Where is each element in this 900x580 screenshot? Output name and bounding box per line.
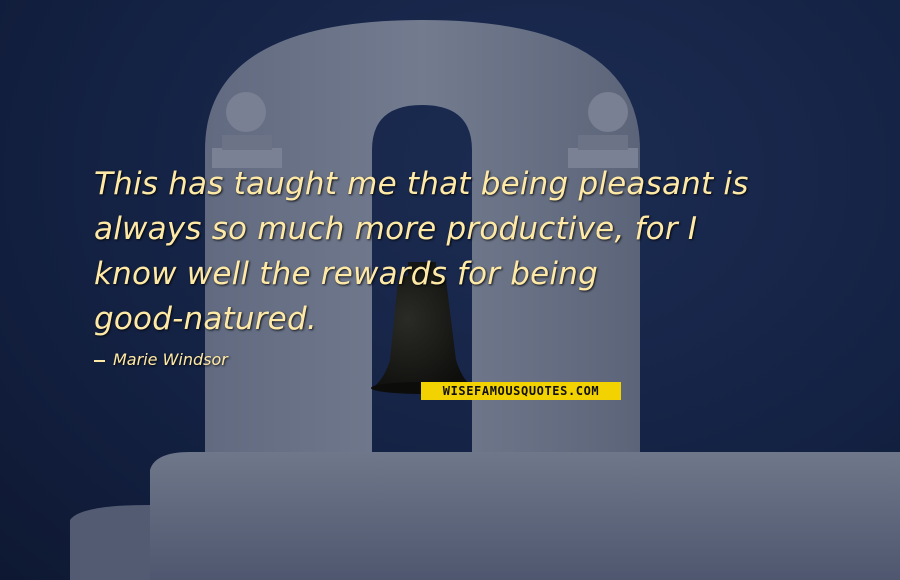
quote-line: good-natured. <box>94 301 317 337</box>
quote-line: know well the rewards for being <box>94 256 598 292</box>
author-name: Marie Windsor <box>113 350 228 369</box>
left-finial <box>226 92 266 132</box>
building-base <box>150 452 900 580</box>
author-dash <box>94 359 105 362</box>
quote-line: This has taught me that being pleasant i… <box>94 166 749 202</box>
quote-author: Marie Windsor <box>94 350 228 369</box>
quote-image: This has taught me that being pleasant i… <box>0 0 900 580</box>
quote-text: This has taught me that being pleasant i… <box>94 162 834 342</box>
site-watermark: WISEFAMOUSQUOTES.COM <box>421 382 621 400</box>
quote-line: always so much more productive, for I <box>94 211 698 247</box>
right-finial <box>588 92 628 132</box>
